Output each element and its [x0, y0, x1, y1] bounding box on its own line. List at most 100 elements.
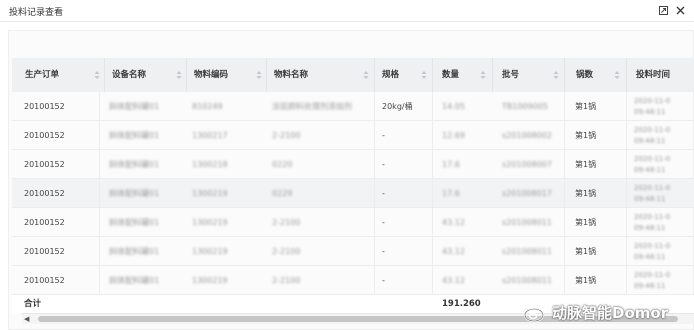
cell-spec: -	[382, 218, 385, 227]
table-row[interactable]: 20100152 斜体配料罐01 1300219 2-2100 - 43.12 …	[12, 208, 694, 237]
cell-feed-date: 2020-11-0	[634, 97, 671, 105]
cell-device: 斜体配料罐01	[109, 131, 160, 140]
cell-divider	[374, 237, 375, 266]
cell-order: 20100152	[24, 131, 65, 140]
cell-device: 斜体配料罐01	[109, 189, 160, 198]
cell-material-name: 2-2100	[272, 276, 301, 285]
table-row[interactable]: 20100152 斜体配料罐01 1300219 2-2100 - 43.12 …	[12, 237, 694, 266]
cell-order: 20100152	[24, 189, 65, 198]
close-icon[interactable]	[675, 5, 686, 16]
cell-divider	[432, 237, 433, 266]
column-header-feed-time[interactable]: 投料时间	[636, 58, 670, 92]
cell-pot-count: 第1锅	[575, 160, 597, 169]
cell-batch: s201008011	[502, 218, 552, 227]
cell-device: 斜体配料罐01	[109, 276, 160, 285]
cell-quantity: 17.6	[442, 189, 460, 198]
cell-material-name: 2-2100	[272, 131, 301, 140]
cell-batch: s201008011	[502, 276, 552, 285]
cell-feed-date: 2020-11-0	[634, 155, 671, 163]
cell-divider	[564, 237, 565, 266]
arrow-left-icon[interactable]: ◀	[24, 316, 29, 323]
table-header: 生产订单 设备名称 物料编码 物料名称 规格 数量 批号 锅数 投料时间	[12, 58, 694, 92]
column-header-material-name[interactable]: 物料名称	[274, 58, 308, 92]
cell-feed-date: 2020-11-0	[634, 126, 671, 134]
column-divider	[626, 58, 627, 92]
cell-feed-time: 09:48:11	[634, 253, 666, 261]
cell-spec: -	[382, 131, 385, 140]
cell-quantity: 43.12	[442, 276, 465, 285]
column-header-pot-count[interactable]: 锅数	[576, 58, 593, 92]
cell-batch: s201008002	[502, 131, 552, 140]
table-row[interactable]: 20100152 斜体配料罐01 810249 涂层颜料处理剂添加剂 20kg/…	[12, 92, 694, 121]
maximize-icon[interactable]	[658, 5, 669, 16]
column-header-order[interactable]: 生产订单	[25, 58, 59, 92]
cell-divider	[374, 150, 375, 179]
cell-spec: -	[382, 247, 385, 256]
cell-divider	[99, 179, 100, 208]
cell-divider	[99, 92, 100, 121]
column-divider	[266, 58, 267, 92]
cell-pot-count: 第1锅	[575, 247, 597, 256]
cell-divider	[99, 237, 100, 266]
cell-divider	[99, 150, 100, 179]
sort-icon[interactable]	[94, 70, 100, 80]
cell-divider	[374, 179, 375, 208]
cell-pot-count: 第1锅	[575, 189, 597, 198]
cell-material-name: 0229	[272, 189, 293, 198]
cell-feed-time: 09:48:11	[634, 282, 666, 290]
cell-feed-time: 09:48:11	[634, 166, 666, 174]
table-row[interactable]: 20100152 斜体配料罐01 1300219 2-2100 - 43.12 …	[12, 266, 694, 295]
cell-quantity: 17.6	[442, 160, 460, 169]
cell-feed-time: 09:48:11	[634, 108, 666, 116]
table-row[interactable]: 20100152 斜体配料罐01 1300218 0220 - 17.6 s20…	[12, 150, 694, 179]
sort-icon[interactable]	[553, 70, 559, 80]
cell-order: 20100152	[24, 247, 65, 256]
cell-batch: s201008017	[502, 189, 552, 198]
cell-material-code: 1300218	[192, 160, 228, 169]
watermark: 动脉智能Domor	[524, 303, 694, 323]
total-quantity: 191.260	[442, 299, 481, 309]
column-divider	[564, 58, 565, 92]
column-divider	[432, 58, 433, 92]
cell-material-code: 1300219	[192, 276, 228, 285]
cell-divider	[432, 266, 433, 295]
column-header-device[interactable]: 设备名称	[112, 58, 146, 92]
sort-icon[interactable]	[176, 70, 182, 80]
cell-spec: 20kg/桶	[382, 102, 413, 111]
cell-divider	[374, 92, 375, 121]
cell-device: 斜体配料罐01	[109, 218, 160, 227]
cell-divider	[626, 237, 627, 266]
cell-material-name: 2-2100	[272, 218, 301, 227]
cell-material-code: 1300219	[192, 189, 228, 198]
cell-spec: -	[382, 160, 385, 169]
column-header-spec[interactable]: 规格	[382, 58, 399, 92]
cell-spec: -	[382, 189, 385, 198]
cell-spec: -	[382, 276, 385, 285]
cell-device: 斜体配料罐01	[109, 160, 160, 169]
cell-divider	[626, 92, 627, 121]
column-header-quantity[interactable]: 数量	[442, 58, 459, 92]
cell-divider	[626, 150, 627, 179]
cell-quantity: 14.05	[442, 102, 465, 111]
sort-icon[interactable]	[256, 70, 262, 80]
column-header-material-code[interactable]: 物料编码	[194, 58, 228, 92]
cell-divider	[564, 150, 565, 179]
table-row-highlighted[interactable]: 20100152 斜体配料罐01 1300219 0229 - 17.6 s20…	[12, 179, 694, 208]
cell-quantity: 43.12	[442, 247, 465, 256]
sort-icon[interactable]	[480, 70, 486, 80]
table-row[interactable]: 20100152 斜体配料罐01 1300217 2-2100 - 12.69 …	[12, 121, 694, 150]
sort-icon[interactable]	[421, 70, 427, 80]
cell-divider	[564, 179, 565, 208]
cell-pot-count: 第1锅	[575, 218, 597, 227]
column-divider	[374, 58, 375, 92]
watermark-text: 动脉智能Domor	[552, 304, 669, 322]
sort-icon[interactable]	[363, 70, 369, 80]
cell-divider	[626, 121, 627, 150]
cell-batch: TB1009005	[502, 102, 549, 111]
cell-divider	[432, 179, 433, 208]
column-header-batch[interactable]: 批号	[502, 58, 519, 92]
sort-icon[interactable]	[614, 70, 620, 80]
cell-order: 20100152	[24, 218, 65, 227]
total-label: 合计	[24, 299, 42, 309]
cell-divider	[374, 121, 375, 150]
